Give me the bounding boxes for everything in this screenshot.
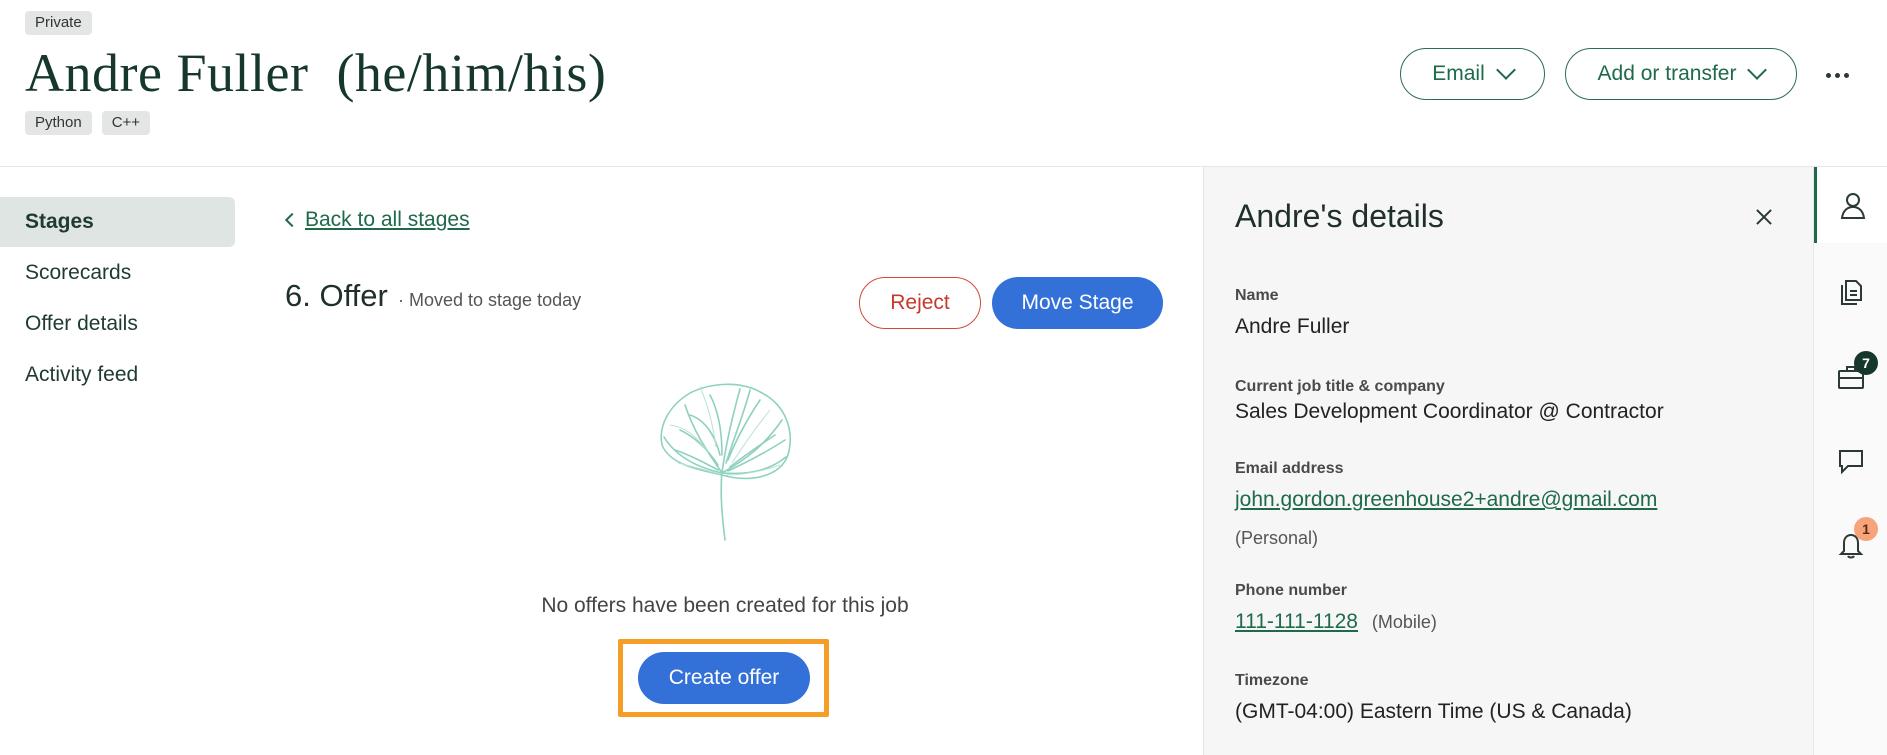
dot xyxy=(1825,72,1831,78)
dot xyxy=(1834,72,1840,78)
empty-state-message: No offers have been created for this job xyxy=(541,594,909,617)
chevron-down-icon xyxy=(1747,60,1768,80)
nav-item-stages[interactable]: Stages xyxy=(0,197,235,247)
nav-item-offer-details[interactable]: Offer details xyxy=(0,299,235,349)
reject-button[interactable]: Reject xyxy=(859,277,981,329)
dot xyxy=(1843,72,1849,78)
job-title-label: Current job title & company xyxy=(1235,378,1445,395)
right-icon-rail: 7 1 xyxy=(1813,167,1887,755)
private-badge: Private xyxy=(25,11,92,35)
tag-cpp[interactable]: C++ xyxy=(101,111,151,135)
candidate-name: Andre Fuller xyxy=(25,43,309,103)
move-stage-button[interactable]: Move Stage xyxy=(992,277,1163,329)
email-dropdown-button[interactable]: Email xyxy=(1400,48,1545,100)
leaf-illustration-icon xyxy=(660,383,791,541)
create-offer-button[interactable]: Create offer xyxy=(638,652,810,704)
candidate-name-heading: Andre Fuller (he/him/his) xyxy=(25,42,606,104)
documents-icon[interactable] xyxy=(1814,253,1887,329)
email-button-label: Email xyxy=(1432,62,1485,85)
tag-python[interactable]: Python xyxy=(25,111,92,135)
timezone-value: (GMT-04:00) Eastern Time (US & Canada) xyxy=(1235,700,1632,723)
add-or-transfer-button[interactable]: Add or transfer xyxy=(1565,48,1797,100)
details-panel-title: Andre's details xyxy=(1235,198,1444,234)
candidate-header: Private Andre Fuller (he/him/his) Python… xyxy=(0,0,1887,167)
graphic xyxy=(1841,280,1862,305)
more-options-icon[interactable] xyxy=(1820,60,1854,90)
left-navigation: Stages Scorecards Offer details Activity… xyxy=(0,197,235,401)
close-icon[interactable] xyxy=(1752,205,1776,229)
bell-icon[interactable]: 1 xyxy=(1814,507,1887,583)
candidate-tags: Python C++ xyxy=(25,111,151,135)
chevron-left-icon xyxy=(284,212,300,228)
phone-type: (Mobile) xyxy=(1371,612,1437,632)
transfer-button-label: Add or transfer xyxy=(1597,62,1737,85)
job-title-value: Sales Development Coordinator @ Contract… xyxy=(1235,400,1664,423)
email-type: (Personal) xyxy=(1235,528,1319,548)
name-label: Name xyxy=(1235,287,1279,304)
graphic xyxy=(1839,450,1863,475)
email-address-link[interactable]: john.gordon.greenhouse2+andre@gmail.com xyxy=(1235,488,1657,511)
stage-subtitle: · Moved to stage today xyxy=(398,290,582,310)
timezone-label: Timezone xyxy=(1235,672,1309,689)
stage-title: 6. Offer xyxy=(285,278,388,313)
graphic xyxy=(1840,193,1865,219)
briefcase-icon[interactable]: 7 xyxy=(1814,339,1887,415)
notification-count-badge: 1 xyxy=(1854,517,1878,541)
person-icon[interactable] xyxy=(1814,167,1887,243)
phone-number-label: Phone number xyxy=(1235,582,1348,599)
chat-icon[interactable] xyxy=(1814,423,1887,499)
nav-item-scorecards[interactable]: Scorecards xyxy=(0,248,235,298)
back-link-label: Back to all stages xyxy=(305,208,470,231)
phone-number-link[interactable]: 111-111-1128 xyxy=(1235,610,1358,633)
back-to-all-stages-link[interactable]: Back to all stages xyxy=(284,208,470,232)
candidate-pronouns: (he/him/his) xyxy=(336,43,607,103)
candidate-details-panel: Andre's details Name Andre Fuller Curren… xyxy=(1203,167,1813,755)
name-value: Andre Fuller xyxy=(1235,315,1350,338)
email-address-label: Email address xyxy=(1235,460,1344,477)
nav-item-activity-feed[interactable]: Activity feed xyxy=(0,350,235,400)
chevron-down-icon xyxy=(1495,60,1516,80)
briefcase-count-badge: 7 xyxy=(1854,351,1878,375)
